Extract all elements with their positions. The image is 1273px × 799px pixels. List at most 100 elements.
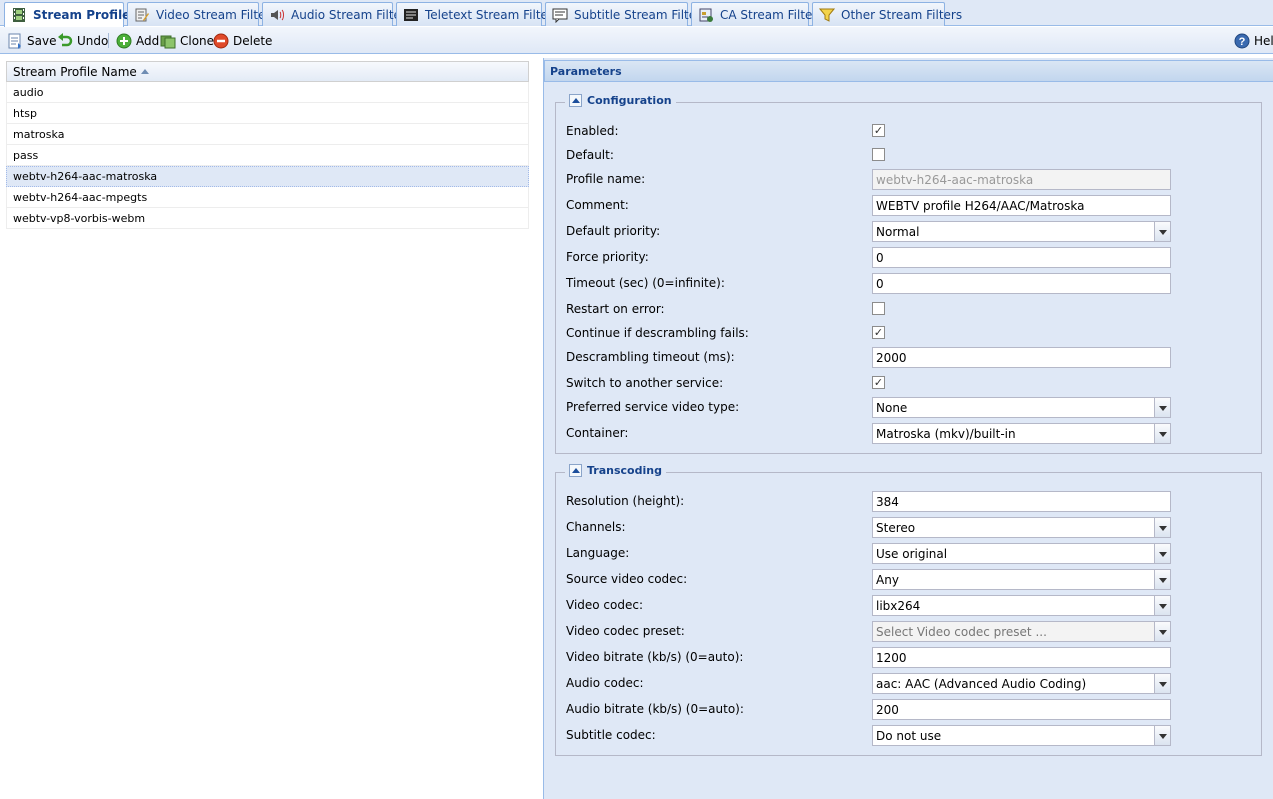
descrambling-timeout-field[interactable]: 2000	[872, 347, 1171, 368]
chevron-down-icon[interactable]	[1154, 674, 1170, 693]
tab-label: Audio Stream Filters	[291, 7, 413, 22]
configuration-fieldset: Configuration Enabled: ✓ Default: Profil…	[555, 94, 1262, 454]
ca-card-icon	[698, 7, 714, 23]
language-select[interactable]: Use original	[872, 543, 1171, 564]
chevron-down-icon[interactable]	[1154, 596, 1170, 615]
chevron-down-icon[interactable]	[1154, 518, 1170, 537]
container-row: Container: Matroska (mkv)/built-in	[566, 423, 1256, 444]
default-checkbox[interactable]	[872, 148, 885, 161]
force-priority-field[interactable]: 0	[872, 247, 1171, 268]
subtitle-codec-row: Subtitle codec: Do not use	[566, 725, 1256, 746]
subtitle-codec-select[interactable]: Do not use	[872, 725, 1171, 746]
chevron-down-icon[interactable]	[1154, 424, 1170, 443]
tab-teletext-stream-filters[interactable]: Teletext Stream Filters	[396, 2, 559, 26]
tab-label: Other Stream Filters	[841, 7, 963, 22]
funnel-icon	[818, 7, 836, 23]
delete-icon	[213, 33, 229, 49]
comment-row: Comment: WEBTV profile H264/AAC/Matroska	[566, 195, 1256, 216]
switch-service-checkbox[interactable]: ✓	[872, 376, 885, 389]
subtitle-icon	[552, 7, 568, 23]
tab-stream-profiles[interactable]: Stream Profiles	[4, 2, 137, 27]
tab-other-stream-filters[interactable]: Other Stream Filters	[812, 2, 962, 26]
chevron-down-icon[interactable]	[1154, 544, 1170, 563]
grid-row[interactable]: audio	[6, 82, 529, 103]
source-video-codec-select[interactable]: Any	[872, 569, 1171, 590]
transcoding-legend: Transcoding	[565, 464, 666, 477]
timeout-field[interactable]: 0	[872, 273, 1171, 294]
default-priority-row: Default priority: Normal	[566, 221, 1256, 242]
speaker-icon	[269, 7, 285, 23]
continue-descrambling-row: Continue if descrambling fails: ✓	[566, 326, 885, 340]
tab-label: CA Stream Filters	[720, 7, 824, 22]
force-priority-row: Force priority: 0	[566, 247, 1256, 268]
audio-codec-row: Audio codec: aac: AAC (Advanced Audio Co…	[566, 673, 1256, 694]
video-bitrate-row: Video bitrate (kb/s) (0=auto): 1200	[566, 647, 1256, 668]
profile-name-field: webtv-h264-aac-matroska	[872, 169, 1171, 190]
enabled-checkbox[interactable]: ✓	[872, 124, 885, 137]
descrambling-timeout-row: Descrambling timeout (ms): 2000	[566, 347, 1256, 368]
chevron-down-icon[interactable]	[1154, 622, 1170, 641]
collapse-icon[interactable]	[569, 94, 582, 107]
grid-row[interactable]: pass	[6, 145, 529, 166]
chevron-down-icon[interactable]	[1154, 570, 1170, 589]
chevron-down-icon[interactable]	[1154, 398, 1170, 417]
grid-row[interactable]: webtv-vp8-vorbis-webm	[6, 208, 529, 229]
comment-field[interactable]: WEBTV profile H264/AAC/Matroska	[872, 195, 1171, 216]
video-codec-select[interactable]: libx264	[872, 595, 1171, 616]
column-header-stream-profile-name[interactable]: Stream Profile Name	[6, 61, 529, 82]
channels-row: Channels: Stereo	[566, 517, 1256, 538]
add-icon	[116, 33, 132, 49]
parameters-panel: Parameters Configuration Enabled: ✓ Defa…	[544, 58, 1273, 799]
configuration-legend: Configuration	[565, 94, 676, 107]
save-button[interactable]: Save	[7, 32, 56, 49]
svg-text:?: ?	[1239, 36, 1246, 48]
audio-codec-select[interactable]: aac: AAC (Advanced Audio Coding)	[872, 673, 1171, 694]
transcoding-fieldset: Transcoding Resolution (height): 384 Cha…	[555, 464, 1262, 756]
toolbar: Save Undo Add Clone Delete ? Help	[0, 27, 1273, 54]
tab-label: Video Stream Filters	[156, 7, 277, 22]
chevron-down-icon[interactable]	[1154, 726, 1170, 745]
video-codec-preset-select[interactable]: Select Video codec preset ...	[872, 621, 1171, 642]
tab-video-stream-filters[interactable]: Video Stream Filters	[127, 2, 277, 26]
continue-descrambling-checkbox[interactable]: ✓	[872, 326, 885, 339]
channels-select[interactable]: Stereo	[872, 517, 1171, 538]
video-codec-row: Video codec: libx264	[566, 595, 1256, 616]
stream-profile-grid: Stream Profile Name audio htsp matroska …	[6, 61, 529, 229]
restart-on-error-checkbox[interactable]	[872, 302, 885, 315]
tab-subtitle-stream-filters[interactable]: Subtitle Stream Filters	[545, 2, 707, 26]
grid-row[interactable]: htsp	[6, 103, 529, 124]
container-select[interactable]: Matroska (mkv)/built-in	[872, 423, 1171, 444]
default-priority-select[interactable]: Normal	[872, 221, 1171, 242]
default-row: Default:	[566, 145, 1256, 165]
grid-row[interactable]: matroska	[6, 124, 529, 145]
delete-button[interactable]: Delete	[213, 32, 272, 49]
audio-bitrate-row: Audio bitrate (kb/s) (0=auto): 200	[566, 699, 1256, 720]
video-filter-icon	[134, 7, 150, 23]
timeout-row: Timeout (sec) (0=infinite): 0	[566, 273, 1256, 294]
restart-on-error-row: Restart on error:	[566, 299, 1256, 319]
add-button[interactable]: Add	[116, 32, 159, 49]
toolbar-separator	[108, 33, 109, 48]
switch-service-row: Switch to another service: ✓	[566, 376, 885, 390]
chevron-down-icon[interactable]	[1154, 222, 1170, 241]
grid-row[interactable]: webtv-h264-aac-mpegts	[6, 187, 529, 208]
teletext-icon	[403, 7, 419, 23]
tab-audio-stream-filters[interactable]: Audio Stream Filters	[262, 2, 412, 26]
video-bitrate-field[interactable]: 1200	[872, 647, 1171, 668]
tab-bar: Stream Profiles Video Stream Filters Aud…	[0, 0, 1273, 27]
clone-button[interactable]: Clone	[160, 32, 214, 49]
sort-ascending-icon	[140, 69, 149, 74]
save-icon	[7, 33, 23, 49]
video-codec-preset-row: Video codec preset: Select Video codec p…	[566, 621, 1256, 642]
enabled-row: Enabled: ✓	[566, 124, 885, 138]
help-button[interactable]: ? Help	[1234, 32, 1273, 49]
grid-row-selected[interactable]: webtv-h264-aac-matroska	[6, 166, 529, 187]
tab-label: Subtitle Stream Filters	[574, 7, 708, 22]
resolution-field[interactable]: 384	[872, 491, 1171, 512]
clone-icon	[160, 33, 176, 49]
undo-button[interactable]: Undo	[57, 32, 108, 49]
preferred-video-type-select[interactable]: None	[872, 397, 1171, 418]
tab-ca-stream-filters[interactable]: CA Stream Filters	[691, 2, 824, 26]
collapse-icon[interactable]	[569, 464, 582, 477]
audio-bitrate-field[interactable]: 200	[872, 699, 1171, 720]
